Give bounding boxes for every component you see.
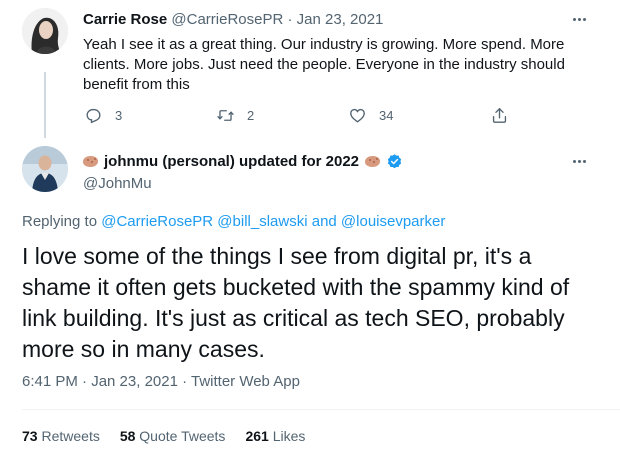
- separator-dot: ·: [287, 11, 293, 28]
- like-button[interactable]: 34: [348, 104, 393, 126]
- heart-icon: [350, 108, 365, 123]
- retweets-stat[interactable]: 73 Retweets: [22, 428, 100, 444]
- author-handle[interactable]: @JohnMu: [83, 175, 152, 192]
- retweet-icon: [217, 109, 234, 121]
- replying-prefix: Replying to: [22, 213, 98, 230]
- retweet-button[interactable]: 2: [216, 104, 254, 126]
- verified-badge-icon: [387, 154, 402, 169]
- tweet-actions: 3 2 34: [80, 104, 520, 126]
- retweets-count: 73: [22, 428, 38, 444]
- likes-count: 261: [245, 428, 269, 444]
- author-display-name[interactable]: johnmu (personal) updated for 2022: [83, 153, 403, 170]
- divider: [22, 409, 620, 410]
- reply-icon: [86, 108, 101, 123]
- reply-tweet[interactable]: Carrie Rose @CarrieRosePR · Jan 23, 2021…: [0, 0, 620, 140]
- author-handle[interactable]: @CarrieRosePR: [171, 11, 283, 28]
- tweet-stats: 73 Retweets 58 Quote Tweets 261 Likes: [22, 428, 325, 444]
- more-icon[interactable]: [569, 153, 589, 169]
- potato-emoji-icon: [83, 156, 98, 167]
- avatar[interactable]: [22, 146, 68, 192]
- more-icon[interactable]: [569, 11, 589, 27]
- like-count: 34: [379, 107, 394, 123]
- likes-stat[interactable]: 261 Likes: [245, 428, 305, 444]
- tweet-timestamp[interactable]: 6:41 PM · Jan 23, 2021 · Twitter Web App: [22, 373, 300, 390]
- retweets-label: Retweets: [41, 428, 100, 444]
- share-button[interactable]: [490, 104, 509, 126]
- share-icon: [492, 107, 507, 123]
- reply-tweet-header: Carrie Rose @CarrieRosePR · Jan 23, 2021: [83, 11, 383, 28]
- tweet-text: Yeah I see it as a great thing. Our indu…: [83, 36, 565, 93]
- quote-tweets-label: Quote Tweets: [139, 428, 226, 444]
- tweet-date[interactable]: Jan 23, 2021: [297, 11, 384, 28]
- quote-tweets-count: 58: [119, 428, 136, 444]
- avatar[interactable]: [22, 8, 68, 54]
- quote-tweets-stat[interactable]: 58 Quote Tweets: [120, 428, 226, 444]
- replying-to: Replying to @CarrieRosePR @bill_slawski …: [22, 213, 445, 230]
- tweet-text: I love some of the things I see from dig…: [22, 243, 570, 362]
- reply-count: 3: [115, 107, 123, 123]
- author-name[interactable]: johnmu (personal) updated for 2022: [104, 153, 359, 170]
- potato-emoji-icon: [365, 156, 381, 167]
- replying-to-users[interactable]: @CarrieRosePR @bill_slawski and @louisev…: [101, 213, 445, 230]
- retweet-count: 2: [247, 107, 255, 123]
- reply-button[interactable]: 3: [84, 104, 122, 126]
- author-name[interactable]: Carrie Rose: [83, 11, 167, 28]
- likes-label: Likes: [272, 428, 306, 444]
